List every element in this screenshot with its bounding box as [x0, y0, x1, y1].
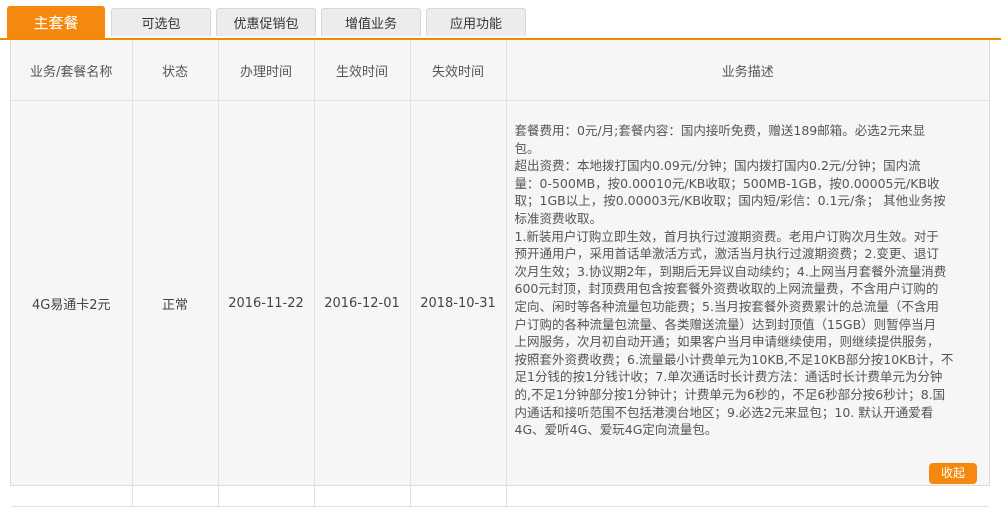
description-line: 按照套外资费收费；6.流量最小计费单元为10KB,不足10KB部分按10KB计，…	[514, 351, 954, 367]
header-package-name: 业务/套餐名称	[11, 40, 133, 101]
description-line: 次月生效；3.协议期2年，到期后无异议自动续约；4.上网当月套餐外流量消费	[514, 263, 947, 279]
table-row: 4G易通卡2元 正常 2016-11-22 2016-12-01 2018-10…	[11, 100, 989, 507]
description-line: 套餐费用：0元/月;套餐内容：国内接听免费，赠送189邮箱。必选2元来显	[514, 123, 926, 138]
description-line: 4G、爱听4G、爱玩4G定向流量包。	[514, 422, 718, 438]
description-text: 套餐费用：0元/月;套餐内容：国内接听免费，赠送189邮箱。必选2元来显 包。超出…	[515, 122, 982, 439]
table-header-row: 业务/套餐名称 状态 办理时间 生效时间 失效时间 业务描述	[11, 40, 989, 101]
description-line: 的,不足1分钟部分按1分钟计；计费单元为6秒的，不足6秒部分按6秒计；8.国	[514, 386, 946, 402]
collapse-button[interactable]: 收起	[929, 463, 977, 484]
tab-value-added-services[interactable]: 增值业务	[321, 8, 421, 36]
description-line: 预开通用户，采用首话单激活方式，激活当月执行过渡期资费；2.变更、退订	[514, 246, 939, 262]
tab-promotion-package[interactable]: 优惠促销包	[216, 8, 316, 36]
description-line: 超出资费：本地拨打国内0.09元/分钟；国内拨打国内0.2元/分钟；国内流	[514, 158, 921, 174]
description-line: 定向、闲时等各种流量包功能费；5.当月按套餐外资费累计的总流量（不含用	[514, 298, 939, 314]
tab-main-package[interactable]: 主套餐	[7, 6, 105, 38]
description-line: 量：0-500MB，按0.00010元/KB收取；500MB-1GB，按0.00…	[514, 175, 940, 191]
description-line: 户订购的各种流量包流量、各类赠送流量）达到封顶值（15GB）则暂停当月	[514, 316, 937, 332]
cell-description: 套餐费用：0元/月;套餐内容：国内接听免费，赠送189邮箱。必选2元来显 包。超出…	[506, 100, 989, 507]
cell-package-name: 4G易通卡2元	[11, 100, 133, 507]
cell-apply-date: 2016-11-22	[218, 100, 315, 507]
cell-expire-date: 2018-10-31	[410, 100, 507, 507]
header-description: 业务描述	[506, 40, 989, 101]
description-line: 600元封顶，封顶费用包含按套餐外资费收取的上网流量费，不含用户订购的	[514, 281, 939, 297]
description-line: 上网服务，次月初自动开通；如果客户当月申请继续使用，则继续提供服务，	[514, 334, 940, 350]
cell-status: 正常	[132, 100, 219, 507]
package-table-panel: 业务/套餐名称 状态 办理时间 生效时间 失效时间 业务描述 4G易通卡2元 正…	[10, 40, 990, 507]
header-effective-date: 生效时间	[314, 40, 411, 101]
tab-optional-package[interactable]: 可选包	[111, 8, 211, 36]
tab-app-functions[interactable]: 应用功能	[426, 8, 526, 36]
header-expire-date: 失效时间	[410, 40, 507, 101]
package-table: 业务/套餐名称 状态 办理时间 生效时间 失效时间 业务描述 4G易通卡2元 正…	[11, 40, 989, 507]
description-line: 取；1GB以上，按0.00003元/KB收取；国内短/彩信：0.1元/条； 其他…	[514, 193, 946, 209]
cell-effective-date: 2016-12-01	[314, 100, 411, 507]
description-line: 内通话和接听范围不包括港澳台地区；9.必选2元来显包；10. 默认开通爱看	[514, 404, 934, 420]
header-apply-date: 办理时间	[218, 40, 315, 101]
header-status: 状态	[132, 40, 219, 101]
description-line: 包。	[514, 140, 540, 156]
tab-bar: 主套餐 可选包 优惠促销包 增值业务 应用功能	[0, 0, 1001, 40]
description-line: 标准资费收取。	[514, 210, 603, 226]
description-line: 足1分钱的按1分钱计收；7.单次通话时长计费方法：通话时长计费单元为分钟	[514, 369, 943, 385]
description-line: 1.新装用户订购立即生效，首月执行过渡期资费。老用户订购次月生效。对于	[514, 228, 939, 244]
